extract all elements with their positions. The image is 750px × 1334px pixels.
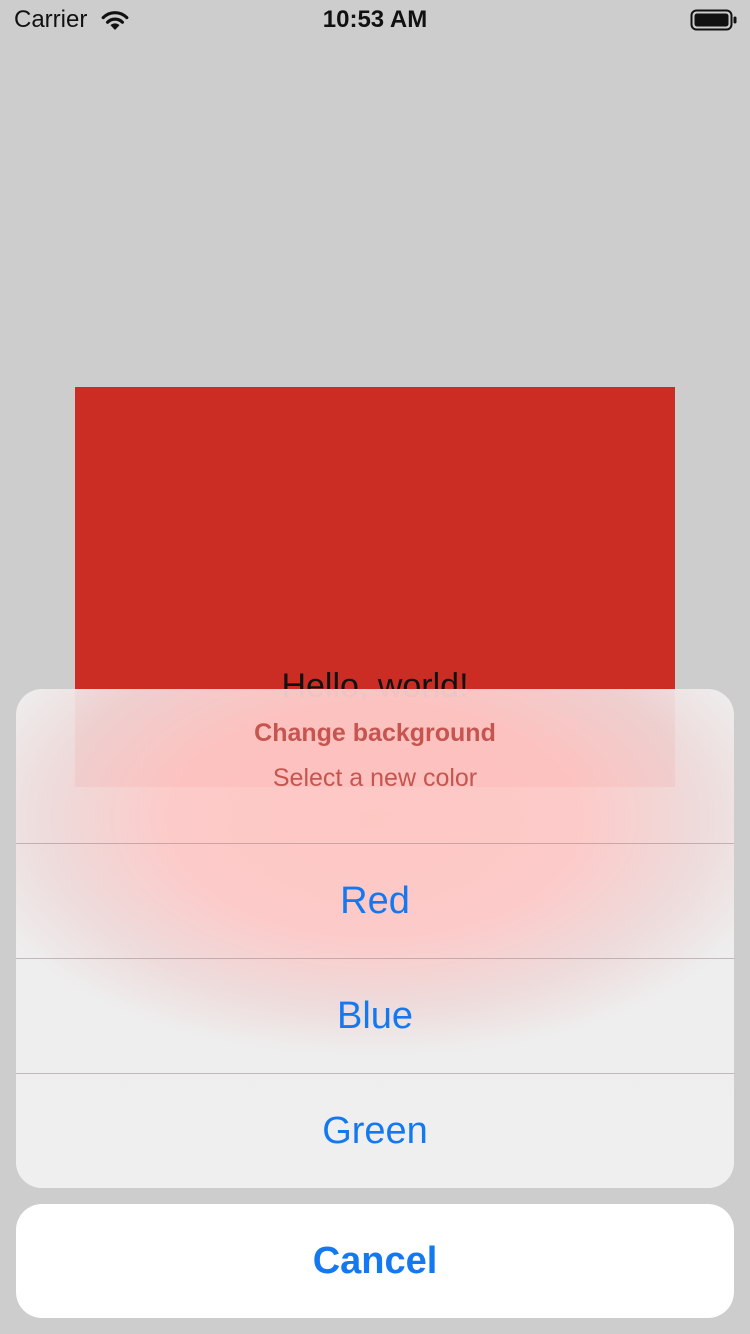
option-green-button[interactable]: Green: [16, 1073, 734, 1188]
battery-icon: [690, 9, 737, 31]
action-sheet-title: Change background: [254, 719, 496, 747]
cancel-button[interactable]: Cancel: [16, 1204, 734, 1318]
action-sheet: Change background Select a new color Red…: [16, 689, 734, 1188]
option-blue-button[interactable]: Blue: [16, 958, 734, 1073]
action-sheet-header: Change background Select a new color: [16, 689, 734, 843]
status-bar: Carrier 10:53 AM: [0, 0, 750, 40]
action-sheet-message: Select a new color: [272, 764, 478, 792]
status-time: 10:53 AM: [322, 6, 428, 33]
option-red-button[interactable]: Red: [16, 843, 734, 958]
